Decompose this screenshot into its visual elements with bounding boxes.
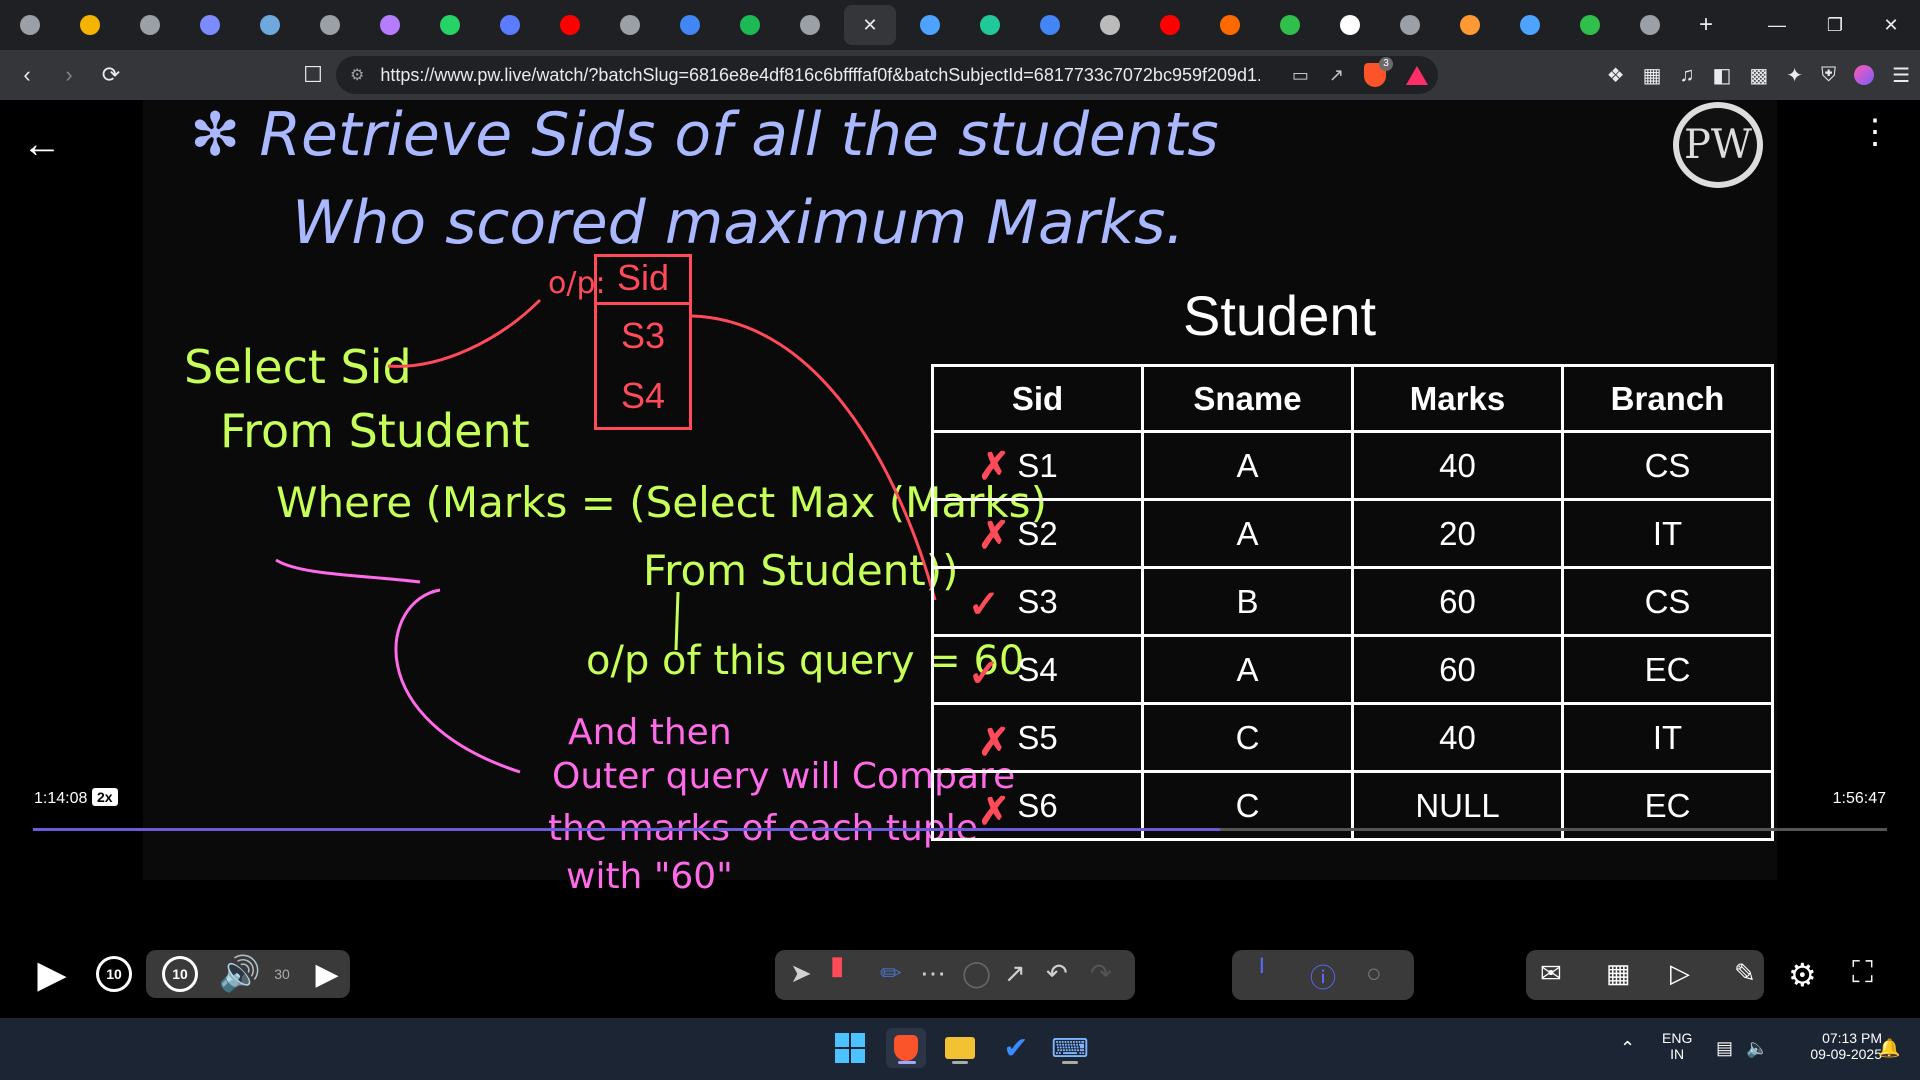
cell-sid: S3	[931, 566, 1144, 637]
table-header-row: Sid Sname Marks Branch	[931, 364, 1774, 433]
cell-sid: S5	[931, 702, 1144, 773]
check-mark-icon: ✓	[968, 653, 1000, 695]
check-mark-icon: ✓	[968, 584, 1000, 626]
column-header: Marks	[1351, 364, 1564, 433]
cursor-icon[interactable]: ➤	[790, 958, 812, 989]
speaker-icon[interactable]: 🔈	[1746, 1038, 1768, 1059]
fullscreen-icon[interactable]: ⛶	[1852, 956, 1873, 990]
windows-start-icon[interactable]	[830, 1028, 870, 1068]
clock[interactable]: 07:13 PM 09-09-2025	[1782, 1030, 1882, 1062]
cell-sname: A	[1141, 430, 1354, 501]
table-row: S3 B 60 CS	[931, 566, 1774, 637]
windows-taskbar: ✔ ⌨ ⌃ ENG IN ▤ 🔈 07:13 PM 09-09-2025 🔔	[0, 1018, 1920, 1080]
table-title: Student	[1183, 284, 1377, 347]
language-indicator[interactable]: ENG IN	[1662, 1030, 1692, 1062]
cell-marks: 60	[1351, 634, 1564, 705]
cell-marks: 20	[1351, 498, 1564, 569]
skip-30-button[interactable]: 30	[268, 962, 296, 986]
rewind-10-button[interactable]: 10	[96, 956, 132, 992]
cell-branch: IT	[1561, 498, 1774, 569]
table-row: S4 A 60 EC	[931, 634, 1774, 705]
highlighter-icon[interactable]: ✏	[880, 958, 902, 989]
forward-10-button[interactable]: 10	[162, 956, 198, 992]
playback-speed-badge[interactable]: 2x	[92, 788, 118, 806]
clock-date: 09-09-2025	[1810, 1046, 1882, 1062]
column-header: Branch	[1561, 364, 1774, 433]
settings-icon[interactable]: ⚙	[1788, 956, 1817, 994]
undo-icon[interactable]: ↶	[1046, 958, 1068, 989]
arrow-tool-icon[interactable]: ↗	[1004, 958, 1026, 989]
column-header: Sid	[931, 364, 1144, 433]
cell-marks: 40	[1351, 702, 1564, 773]
clock-time: 07:13 PM	[1822, 1030, 1882, 1046]
table-row: S1 A 40 CS	[931, 430, 1774, 501]
progress-bar[interactable]	[33, 828, 1887, 831]
cell-sname: A	[1141, 498, 1354, 569]
region: IN	[1670, 1046, 1685, 1062]
dotted-line-icon[interactable]: ⋯	[920, 958, 946, 989]
cross-mark-icon: ✗	[978, 722, 1010, 764]
todo-icon[interactable]: ✔	[996, 1028, 1036, 1068]
cell-branch: CS	[1561, 566, 1774, 637]
redo-icon[interactable]: ↷	[1090, 958, 1112, 989]
current-time: 1:14:08	[34, 790, 88, 807]
cell-branch: CS	[1561, 430, 1774, 501]
cell-marks: 60	[1351, 566, 1564, 637]
arrow-to-output	[387, 298, 542, 368]
student-table: Sid Sname Marks Branch S1 A 40 CS S2 A 20 IT S3 B…	[931, 364, 1774, 841]
table-row: S2 A 20 IT	[931, 498, 1774, 569]
notification-bell-icon[interactable]: 🔔	[1878, 1038, 1900, 1059]
link-to-table	[691, 314, 937, 601]
green-pointer	[674, 591, 680, 651]
brave-browser-icon[interactable]	[886, 1028, 926, 1068]
file-explorer-icon[interactable]	[940, 1028, 980, 1068]
cross-mark-icon: ✗	[978, 446, 1010, 488]
progress-fill	[33, 828, 1220, 831]
cell-branch: EC	[1561, 634, 1774, 705]
cross-mark-icon: ✗	[978, 515, 1010, 557]
notes-icon[interactable]: ✎	[1734, 958, 1756, 989]
cell-sid: S2	[931, 498, 1144, 569]
doubt-icon[interactable]: ⓘ	[1310, 958, 1336, 995]
cell-marks: 40	[1351, 430, 1564, 501]
pen-icon[interactable]: ▮	[830, 950, 844, 981]
translate-icon[interactable]: ▦	[1606, 958, 1631, 989]
cell-branch: IT	[1561, 702, 1774, 773]
drawing-toolbar	[775, 950, 1135, 1000]
volume-icon[interactable]: 🔊	[218, 952, 262, 996]
pink-underline	[275, 558, 421, 584]
tray-overflow-icon[interactable]: ⌃	[1620, 1038, 1635, 1059]
keyboard-app-icon[interactable]: ⌨	[1050, 1028, 1090, 1068]
chat-bubble-icon[interactable]: ○	[1366, 958, 1382, 989]
duration: 1:56:47	[1832, 790, 1886, 807]
poll-icon[interactable]: ╵	[1254, 958, 1270, 989]
cell-sid: S1	[931, 430, 1144, 501]
cell-sname: B	[1141, 566, 1354, 637]
cell-sname: C	[1141, 702, 1354, 773]
pink-arrow	[394, 588, 521, 774]
chat-icon[interactable]: ✉	[1540, 958, 1562, 989]
language: ENG	[1662, 1030, 1693, 1046]
play-icon[interactable]: ▶	[32, 952, 72, 996]
playlist-icon[interactable]: ▷	[1670, 958, 1690, 989]
shape-icon[interactable]: ◯	[962, 958, 991, 989]
cell-sname: A	[1141, 634, 1354, 705]
table-row: S5 C 40 IT	[931, 702, 1774, 773]
next-icon[interactable]: ▶	[312, 954, 342, 994]
cell-sid: S4	[931, 634, 1144, 705]
column-header: Sname	[1141, 364, 1354, 433]
network-icon[interactable]: ▤	[1716, 1038, 1733, 1059]
